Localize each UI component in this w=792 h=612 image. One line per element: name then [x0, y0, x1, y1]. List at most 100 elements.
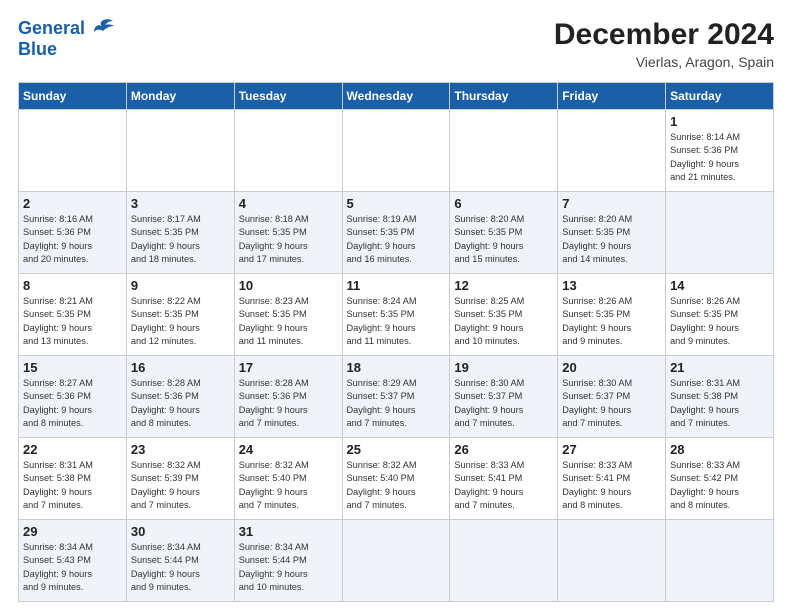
day-cell: 25Sunrise: 8:32 AMSunset: 5:40 PMDayligh…: [342, 438, 450, 520]
day-cell: 13 Sunrise: 8:26 AMSunset: 5:35 PMDayligh…: [558, 274, 666, 356]
day-cell: 30Sunrise: 8:34 AMSunset: 5:44 PMDayligh…: [126, 520, 234, 602]
week-row-1: 1Sunrise: 8:14 AMSunset: 5:36 PMDaylight…: [19, 110, 774, 192]
day-info: Sunrise: 8:34 AMSunset: 5:44 PMDaylight:…: [239, 541, 338, 594]
day-cell: [558, 110, 666, 192]
main-title: December 2024: [554, 18, 774, 52]
day-number: 11: [347, 278, 446, 293]
header: General Blue December 2024 Vierlas, Arag…: [18, 18, 774, 70]
day-info: Sunrise: 8:33 AMSunset: 5:42 PMDaylight:…: [670, 459, 769, 512]
day-number: 19: [454, 360, 553, 375]
day-cell: 21Sunrise: 8:31 AMSunset: 5:38 PMDayligh…: [666, 356, 774, 438]
logo-text2: Blue: [18, 40, 57, 60]
day-number: 5: [347, 196, 446, 211]
week-row-4: 15Sunrise: 8:27 AMSunset: 5:36 PMDayligh…: [19, 356, 774, 438]
day-cell: 2Sunrise: 8:16 AMSunset: 5:36 PMDaylight…: [19, 192, 127, 274]
day-info: Sunrise: 8:20 AMSunset: 5:35 PMDaylight:…: [454, 213, 553, 266]
day-number: 12: [454, 278, 553, 293]
day-cell: 8 Sunrise: 8:21 AMSunset: 5:35 PMDaylight…: [19, 274, 127, 356]
day-cell: 1Sunrise: 8:14 AMSunset: 5:36 PMDaylight…: [666, 110, 774, 192]
week-row-2: 2Sunrise: 8:16 AMSunset: 5:36 PMDaylight…: [19, 192, 774, 274]
week-row-6: 29Sunrise: 8:34 AMSunset: 5:43 PMDayligh…: [19, 520, 774, 602]
logo-text: General: [18, 19, 85, 39]
day-cell: [450, 520, 558, 602]
day-number: 22: [23, 442, 122, 457]
day-info: Sunrise: 8:26 AMSunset: 5:35 PMDaylight:…: [562, 295, 661, 348]
day-cell: 20 Sunrise: 8:30 AMSunset: 5:37 PMDayligh…: [558, 356, 666, 438]
day-cell: 4 Sunrise: 8:18 AMSunset: 5:35 PMDaylight…: [234, 192, 342, 274]
day-number: 14: [670, 278, 769, 293]
day-number: 26: [454, 442, 553, 457]
day-number: 20: [562, 360, 661, 375]
calendar-header: Sunday Monday Tuesday Wednesday Thursday…: [19, 83, 774, 110]
col-monday: Monday: [126, 83, 234, 110]
header-row: Sunday Monday Tuesday Wednesday Thursday…: [19, 83, 774, 110]
day-cell: 12Sunrise: 8:25 AMSunset: 5:35 PMDayligh…: [450, 274, 558, 356]
day-info: Sunrise: 8:30 AMSunset: 5:37 PMDaylight:…: [562, 377, 661, 430]
day-cell: [342, 520, 450, 602]
day-number: 1: [670, 114, 769, 129]
day-number: 13: [562, 278, 661, 293]
day-info: Sunrise: 8:21 AMSunset: 5:35 PMDaylight:…: [23, 295, 122, 348]
day-info: Sunrise: 8:17 AMSunset: 5:35 PMDaylight:…: [131, 213, 230, 266]
day-number: 18: [347, 360, 446, 375]
day-cell: 9 Sunrise: 8:22 AMSunset: 5:35 PMDaylight…: [126, 274, 234, 356]
title-block: December 2024 Vierlas, Aragon, Spain: [554, 18, 774, 70]
day-info: Sunrise: 8:33 AMSunset: 5:41 PMDaylight:…: [562, 459, 661, 512]
day-cell: [19, 110, 127, 192]
day-cell: 10Sunrise: 8:23 AMSunset: 5:35 PMDayligh…: [234, 274, 342, 356]
calendar-body: 1Sunrise: 8:14 AMSunset: 5:36 PMDaylight…: [19, 110, 774, 602]
day-cell: 11Sunrise: 8:24 AMSunset: 5:35 PMDayligh…: [342, 274, 450, 356]
col-tuesday: Tuesday: [234, 83, 342, 110]
day-number: 30: [131, 524, 230, 539]
day-info: Sunrise: 8:32 AMSunset: 5:40 PMDaylight:…: [347, 459, 446, 512]
day-number: 9: [131, 278, 230, 293]
day-number: 28: [670, 442, 769, 457]
week-row-3: 8 Sunrise: 8:21 AMSunset: 5:35 PMDaylight…: [19, 274, 774, 356]
day-number: 23: [131, 442, 230, 457]
day-info: Sunrise: 8:26 AMSunset: 5:35 PMDaylight:…: [670, 295, 769, 348]
day-cell: 14 Sunrise: 8:26 AMSunset: 5:35 PMDayligh…: [666, 274, 774, 356]
col-wednesday: Wednesday: [342, 83, 450, 110]
day-info: Sunrise: 8:19 AMSunset: 5:35 PMDaylight:…: [347, 213, 446, 266]
day-cell: 23Sunrise: 8:32 AMSunset: 5:39 PMDayligh…: [126, 438, 234, 520]
day-info: Sunrise: 8:22 AMSunset: 5:35 PMDaylight:…: [131, 295, 230, 348]
day-number: 27: [562, 442, 661, 457]
day-info: Sunrise: 8:33 AMSunset: 5:41 PMDaylight:…: [454, 459, 553, 512]
col-thursday: Thursday: [450, 83, 558, 110]
day-cell: 5 Sunrise: 8:19 AMSunset: 5:35 PMDaylight…: [342, 192, 450, 274]
day-cell: 31 Sunrise: 8:34 AMSunset: 5:44 PMDayligh…: [234, 520, 342, 602]
day-info: Sunrise: 8:30 AMSunset: 5:37 PMDaylight:…: [454, 377, 553, 430]
day-info: Sunrise: 8:20 AMSunset: 5:35 PMDaylight:…: [562, 213, 661, 266]
day-number: 17: [239, 360, 338, 375]
day-cell: 26 Sunrise: 8:33 AMSunset: 5:41 PMDayligh…: [450, 438, 558, 520]
day-cell: [450, 110, 558, 192]
day-info: Sunrise: 8:31 AMSunset: 5:38 PMDaylight:…: [23, 459, 122, 512]
day-info: Sunrise: 8:23 AMSunset: 5:35 PMDaylight:…: [239, 295, 338, 348]
week-row-5: 22 Sunrise: 8:31 AMSunset: 5:38 PMDayligh…: [19, 438, 774, 520]
day-cell: [558, 520, 666, 602]
logo-bird-icon: [87, 18, 115, 40]
day-cell: 15Sunrise: 8:27 AMSunset: 5:36 PMDayligh…: [19, 356, 127, 438]
day-number: 16: [131, 360, 230, 375]
calendar: Sunday Monday Tuesday Wednesday Thursday…: [18, 82, 774, 602]
day-number: 6: [454, 196, 553, 211]
day-cell: 22 Sunrise: 8:31 AMSunset: 5:38 PMDayligh…: [19, 438, 127, 520]
day-info: Sunrise: 8:27 AMSunset: 5:36 PMDaylight:…: [23, 377, 122, 430]
day-cell: 18 Sunrise: 8:29 AMSunset: 5:37 PMDayligh…: [342, 356, 450, 438]
day-info: Sunrise: 8:28 AMSunset: 5:36 PMDaylight:…: [131, 377, 230, 430]
day-info: Sunrise: 8:29 AMSunset: 5:37 PMDaylight:…: [347, 377, 446, 430]
day-cell: [234, 110, 342, 192]
day-cell: [666, 520, 774, 602]
day-cell: [342, 110, 450, 192]
day-info: Sunrise: 8:28 AMSunset: 5:36 PMDaylight:…: [239, 377, 338, 430]
day-info: Sunrise: 8:18 AMSunset: 5:35 PMDaylight:…: [239, 213, 338, 266]
day-cell: 6 Sunrise: 8:20 AMSunset: 5:35 PMDaylight…: [450, 192, 558, 274]
col-friday: Friday: [558, 83, 666, 110]
day-cell: 7Sunrise: 8:20 AMSunset: 5:35 PMDaylight…: [558, 192, 666, 274]
day-number: 4: [239, 196, 338, 211]
col-saturday: Saturday: [666, 83, 774, 110]
day-cell: [126, 110, 234, 192]
day-number: 31: [239, 524, 338, 539]
day-cell: 16 Sunrise: 8:28 AMSunset: 5:36 PMDayligh…: [126, 356, 234, 438]
day-number: 8: [23, 278, 122, 293]
